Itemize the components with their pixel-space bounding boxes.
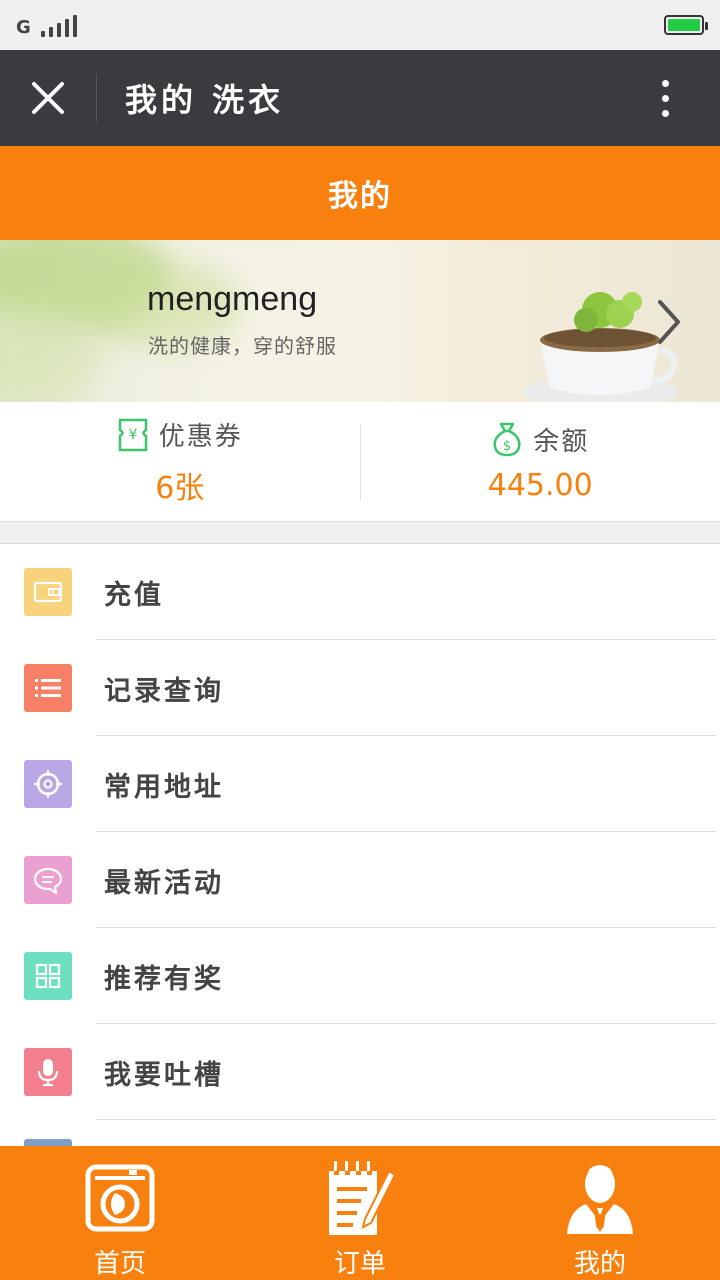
menu-list: 充值 记录查询 常用地址 最新活动 推荐有奖 我要吐槽 xyxy=(0,543,720,1146)
profile-banner[interactable]: mengmeng 洗的健康，穿的舒服 xyxy=(0,240,720,402)
order-notepad-icon xyxy=(320,1156,400,1239)
svg-text:¥: ¥ xyxy=(128,427,137,443)
chevron-right-icon xyxy=(658,300,680,344)
menu-item-label: 充值 xyxy=(104,579,164,611)
balance-value: 445.00 xyxy=(487,467,593,503)
balance-label: 余额 xyxy=(533,426,590,457)
menu-item-label: 最新活动 xyxy=(104,867,224,899)
grid-icon xyxy=(24,952,72,1000)
menu-item-partial xyxy=(0,1120,720,1146)
menu-item-referral[interactable]: 推荐有奖 xyxy=(0,928,720,1024)
more-options-button[interactable] xyxy=(610,50,720,146)
bottom-tab-bar: 首页 订单 我的 xyxy=(0,1146,720,1280)
title-bar: 我的 洗衣 xyxy=(0,50,720,146)
tab-mine[interactable]: 我的 xyxy=(480,1146,720,1280)
coupon-stat[interactable]: ¥ 优惠券 6张 xyxy=(0,402,360,521)
money-bag-icon: $ xyxy=(493,422,521,457)
tab-orders[interactable]: 订单 xyxy=(240,1146,480,1280)
wallet-icon xyxy=(24,568,72,616)
page-title: 我的 xyxy=(0,146,720,240)
tab-label: 我的 xyxy=(573,1249,626,1279)
menu-item-label: 常用地址 xyxy=(104,771,224,803)
wallet-summary: ¥ 优惠券 6张 $ 余额 445.00 xyxy=(0,402,720,522)
tab-label: 订单 xyxy=(333,1249,386,1279)
menu-item-recharge[interactable]: 充值 xyxy=(0,544,720,640)
chat-bubble-icon xyxy=(24,856,72,904)
user-icon xyxy=(560,1156,640,1239)
coupon-value: 6张 xyxy=(155,471,205,506)
status-bar: G xyxy=(0,0,720,50)
menu-item-address[interactable]: 常用地址 xyxy=(0,736,720,832)
menu-item-label: 我要吐槽 xyxy=(104,1059,224,1091)
network-type: G xyxy=(16,17,31,38)
close-button[interactable] xyxy=(0,50,96,146)
coupon-label: 优惠券 xyxy=(158,422,243,452)
coupon-icon: ¥ xyxy=(118,418,147,451)
menu-item-feedback[interactable]: 我要吐槽 xyxy=(0,1024,720,1120)
menu-item-records[interactable]: 记录查询 xyxy=(0,640,720,736)
signal-indicator: G xyxy=(16,13,77,37)
list-icon xyxy=(24,664,72,712)
user-slogan: 洗的健康，穿的舒服 xyxy=(148,334,337,358)
close-icon xyxy=(32,82,64,114)
tab-label: 首页 xyxy=(93,1249,146,1279)
window-title: 我的 洗衣 xyxy=(125,81,285,119)
partial-icon xyxy=(24,1139,72,1146)
menu-item-activities[interactable]: 最新活动 xyxy=(0,832,720,928)
location-target-icon xyxy=(24,760,72,808)
more-dot-icon xyxy=(661,79,669,87)
microphone-icon xyxy=(24,1048,72,1096)
user-name: mengmeng xyxy=(147,280,318,318)
battery-icon xyxy=(664,15,708,35)
svg-text:$: $ xyxy=(503,439,511,454)
menu-item-label: 推荐有奖 xyxy=(104,963,224,995)
tab-home[interactable]: 首页 xyxy=(0,1146,240,1280)
washing-machine-icon xyxy=(80,1156,160,1239)
balance-stat[interactable]: $ 余额 445.00 xyxy=(361,402,720,521)
menu-item-label: 记录查询 xyxy=(104,675,224,707)
